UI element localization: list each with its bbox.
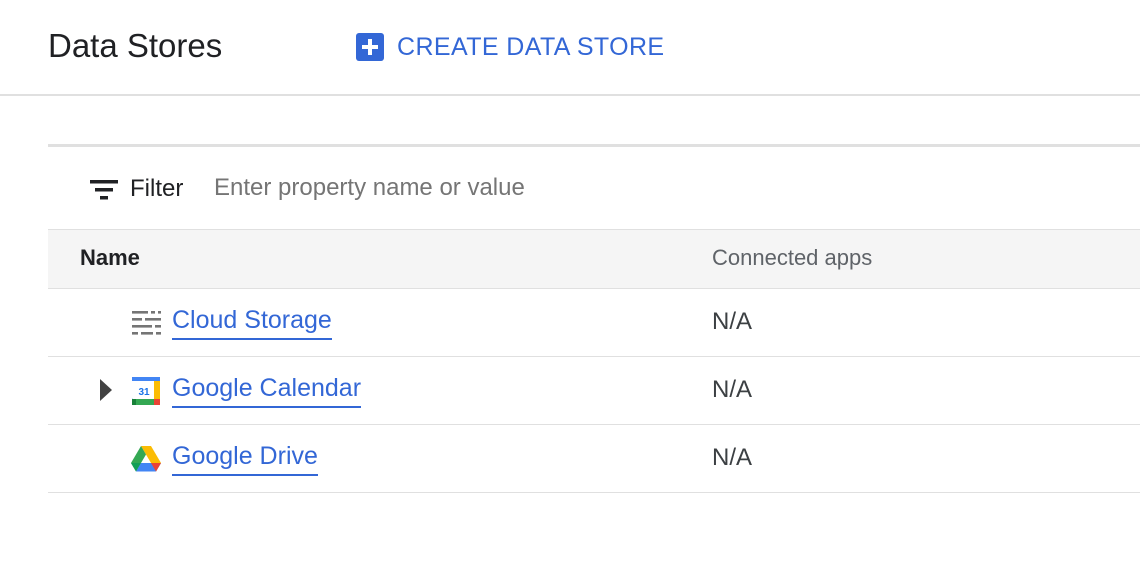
filter-input[interactable] (214, 169, 914, 207)
table-header: Name Connected apps (48, 229, 1140, 289)
page-title: Data Stores (48, 27, 223, 64)
expand-arrow-icon[interactable] (100, 379, 112, 401)
data-store-link-google-calendar[interactable]: Google Calendar (172, 371, 362, 408)
column-header-connected-apps[interactable]: Connected apps (712, 245, 872, 271)
table-row: 31 Google Calendar N/A (48, 357, 1140, 425)
google-drive-icon (131, 446, 161, 472)
connected-apps-value: N/A (712, 308, 753, 335)
create-data-store-button[interactable]: CREATE DATA STORE (356, 28, 665, 66)
google-calendar-icon: 31 (132, 377, 160, 405)
filter-label: Filter (130, 175, 184, 202)
page-header: Data Stores CREATE DATA STORE (0, 0, 1140, 96)
svg-text:31: 31 (138, 387, 150, 398)
create-data-store-label: CREATE DATA STORE (397, 32, 665, 61)
column-header-name[interactable]: Name (80, 245, 140, 271)
cloud-storage-icon (132, 311, 161, 335)
data-stores-table: Filter Name Connected apps Cloud Storage… (48, 144, 1140, 493)
table-row: Cloud Storage N/A (48, 289, 1140, 357)
table-row: Google Drive N/A (48, 425, 1140, 493)
connected-apps-value: N/A (712, 376, 753, 403)
connected-apps-value: N/A (712, 444, 753, 471)
data-store-link-google-drive[interactable]: Google Drive (172, 439, 318, 476)
filter-bar: Filter (48, 147, 1140, 229)
data-store-link-cloud-storage[interactable]: Cloud Storage (172, 303, 332, 340)
filter-list-icon[interactable] (90, 178, 118, 202)
add-box-icon (356, 33, 384, 61)
